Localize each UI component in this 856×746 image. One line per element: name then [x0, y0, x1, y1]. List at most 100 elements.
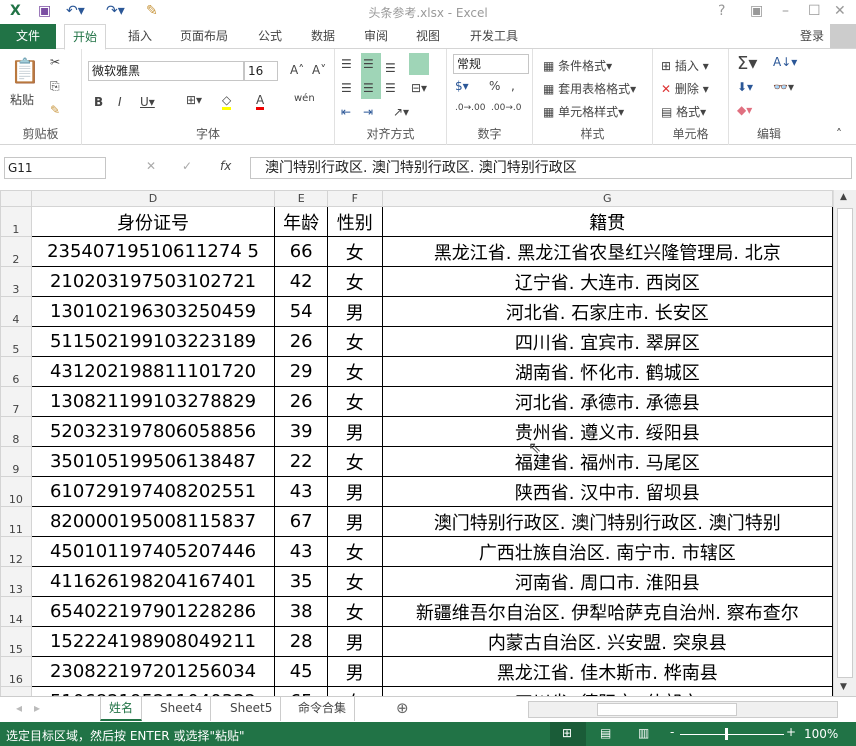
age-cell[interactable]: 38 — [274, 596, 329, 627]
middle-align-icon[interactable]: ☰ — [363, 57, 374, 71]
border-icon[interactable]: ⊞▾ — [186, 93, 202, 107]
sheet-tab[interactable]: Sheet5 — [222, 697, 282, 721]
prev-sheet-icon[interactable]: ◂ — [16, 701, 22, 715]
age-cell[interactable]: 26 — [274, 386, 329, 417]
increase-decimal-icon[interactable]: .0→.00 — [455, 103, 485, 113]
underline-icon[interactable]: U▾ — [140, 95, 155, 109]
origin-cell[interactable]: 广西壮族自治区. 南宁市. 市辖区 — [381, 536, 833, 567]
tab-insert[interactable]: 插入 — [128, 24, 152, 49]
copy-icon[interactable]: ⎘ — [50, 79, 60, 94]
tab-file[interactable]: 文件 — [0, 24, 56, 49]
tab-data[interactable]: 数据 — [311, 24, 335, 49]
origin-cell[interactable]: 黑龙江省. 佳木斯市. 桦南县 — [381, 656, 833, 687]
right-align-icon[interactable]: ☰ — [385, 81, 396, 95]
zoom-in-icon[interactable]: + — [786, 725, 796, 739]
increase-indent-icon[interactable]: ⇥ — [363, 105, 373, 119]
format-cells-button[interactable]: ▤ 格式▾ — [661, 103, 706, 120]
header-cell-gender[interactable]: 性别 — [327, 206, 383, 237]
maximize-icon[interactable]: ☐ — [808, 3, 821, 19]
gender-cell[interactable]: 女 — [327, 266, 383, 297]
font-size-select[interactable]: 16 — [244, 61, 278, 81]
scroll-up-icon[interactable]: ▲ — [840, 192, 847, 202]
left-align-icon[interactable]: ☰ — [341, 81, 352, 95]
gender-cell[interactable]: 男 — [327, 656, 383, 687]
header-cell-age[interactable]: 年龄 — [274, 206, 329, 237]
cell-styles-button[interactable]: ▦ 单元格样式▾ — [543, 103, 624, 120]
gender-cell[interactable]: 男 — [327, 416, 383, 447]
age-cell[interactable]: 22 — [274, 446, 329, 477]
id-cell[interactable]: 520323197806058856 — [30, 416, 276, 447]
top-align-icon[interactable]: ☰ — [341, 57, 352, 71]
minimize-icon[interactable]: – — [782, 3, 789, 19]
origin-cell[interactable]: 黑龙江省. 黑龙江省农垦红兴隆管理局. 北京 — [381, 236, 833, 267]
origin-cell[interactable]: 内蒙古自治区. 兴安盟. 突泉县 — [381, 626, 833, 657]
id-cell[interactable]: 230822197201256034 — [30, 656, 276, 687]
age-cell[interactable]: 35 — [274, 566, 329, 597]
sheet-tab-active[interactable]: 姓名 — [100, 697, 143, 721]
formula-input[interactable]: 澳门特别行政区. 澳门特别行政区. 澳门特别行政区 — [250, 157, 852, 179]
gender-cell[interactable]: 女 — [327, 326, 383, 357]
percent-icon[interactable]: % — [489, 79, 500, 93]
gender-cell[interactable]: 男 — [327, 626, 383, 657]
tab-home[interactable]: 开始 — [64, 24, 107, 50]
gender-cell[interactable]: 女 — [327, 566, 383, 597]
row-header[interactable]: 1 — [0, 206, 32, 237]
select-all-corner[interactable] — [0, 190, 32, 207]
header-cell-origin[interactable]: 籍贯 — [381, 206, 833, 237]
phonetic-icon[interactable]: wén — [294, 93, 315, 104]
age-cell[interactable]: 66 — [274, 236, 329, 267]
zoom-slider[interactable] — [680, 734, 784, 735]
tab-page-layout[interactable]: 页面布局 — [180, 24, 228, 49]
gender-cell[interactable]: 女 — [327, 596, 383, 627]
merge-icon[interactable]: ⊟▾ — [411, 81, 427, 95]
row-header[interactable]: 16 — [0, 656, 32, 687]
cancel-icon[interactable]: ✕ — [146, 159, 156, 173]
row-header[interactable]: 8 — [0, 416, 32, 447]
comma-icon[interactable]: , — [511, 79, 515, 93]
origin-cell[interactable]: 河南省. 周口市. 淮阳县 — [381, 566, 833, 597]
name-box[interactable]: G11 — [4, 157, 106, 179]
decrease-decimal-icon[interactable]: .00→.0 — [491, 103, 521, 113]
gender-cell[interactable]: 男 — [327, 476, 383, 507]
origin-cell[interactable]: 河北省. 石家庄市. 长安区 — [381, 296, 833, 327]
collapse-ribbon-icon[interactable]: ˄ — [836, 127, 842, 141]
row-header[interactable]: 11 — [0, 506, 32, 537]
row-header[interactable]: 13 — [0, 566, 32, 597]
paste-icon[interactable]: 📋 — [10, 57, 40, 85]
id-cell[interactable]: 152224198908049211 — [30, 626, 276, 657]
horizontal-scroll-thumb[interactable] — [597, 703, 737, 716]
id-cell[interactable]: 820000195008115837 — [30, 506, 276, 537]
next-sheet-icon[interactable]: ▸ — [34, 701, 40, 715]
spreadsheet-grid[interactable]: D E F G 1 身份证号 年龄 性别 籍贯 2 235407195106112… — [0, 190, 833, 696]
row-header[interactable]: 6 — [0, 356, 32, 387]
number-format-select[interactable]: 常规 — [453, 54, 529, 74]
row-header[interactable]: 2 — [0, 236, 32, 267]
row-header[interactable]: 9 — [0, 446, 32, 477]
origin-cell[interactable]: 福建省. 福州市. 马尾区 — [381, 446, 833, 477]
age-cell[interactable]: 42 — [274, 266, 329, 297]
vertical-scrollbar[interactable]: ▲ ▼ — [833, 190, 856, 696]
sort-filter-icon[interactable]: A↓▾ — [773, 55, 797, 69]
id-cell[interactable]: 450101197405207446 — [30, 536, 276, 567]
id-cell[interactable]: 411626198204167401 — [30, 566, 276, 597]
row-header[interactable]: 17 — [0, 686, 32, 696]
origin-cell[interactable]: 陕西省. 汉中市. 留坝县 — [381, 476, 833, 507]
ribbon-display-icon[interactable]: ▣ — [750, 3, 763, 19]
row-header[interactable]: 4 — [0, 296, 32, 327]
insert-cells-button[interactable]: ⊞ 插入 ▾ — [661, 57, 709, 74]
clear-icon[interactable]: ◆▾ — [737, 103, 752, 117]
id-cell[interactable]: 431202198811101720 — [30, 356, 276, 387]
origin-cell[interactable]: 湖南省. 怀化市. 鹤城区 — [381, 356, 833, 387]
fill-color-icon[interactable]: ◇ — [222, 93, 232, 110]
find-icon[interactable]: 👓▾ — [773, 80, 794, 94]
sheet-tab[interactable]: 命令合集 — [290, 697, 356, 721]
accounting-icon[interactable]: $▾ — [455, 79, 469, 93]
sign-in-link[interactable]: 登录 — [800, 24, 824, 49]
id-cell[interactable]: 350105199506138487 — [30, 446, 276, 477]
age-cell[interactable]: 29 — [274, 356, 329, 387]
add-sheet-icon[interactable]: ⊕ — [396, 699, 409, 717]
id-cell[interactable]: 511502199103223189 — [30, 326, 276, 357]
orientation-icon[interactable]: ↗▾ — [393, 105, 409, 119]
insert-function-icon[interactable]: fx — [220, 159, 231, 173]
gender-cell[interactable]: 男 — [327, 506, 383, 537]
